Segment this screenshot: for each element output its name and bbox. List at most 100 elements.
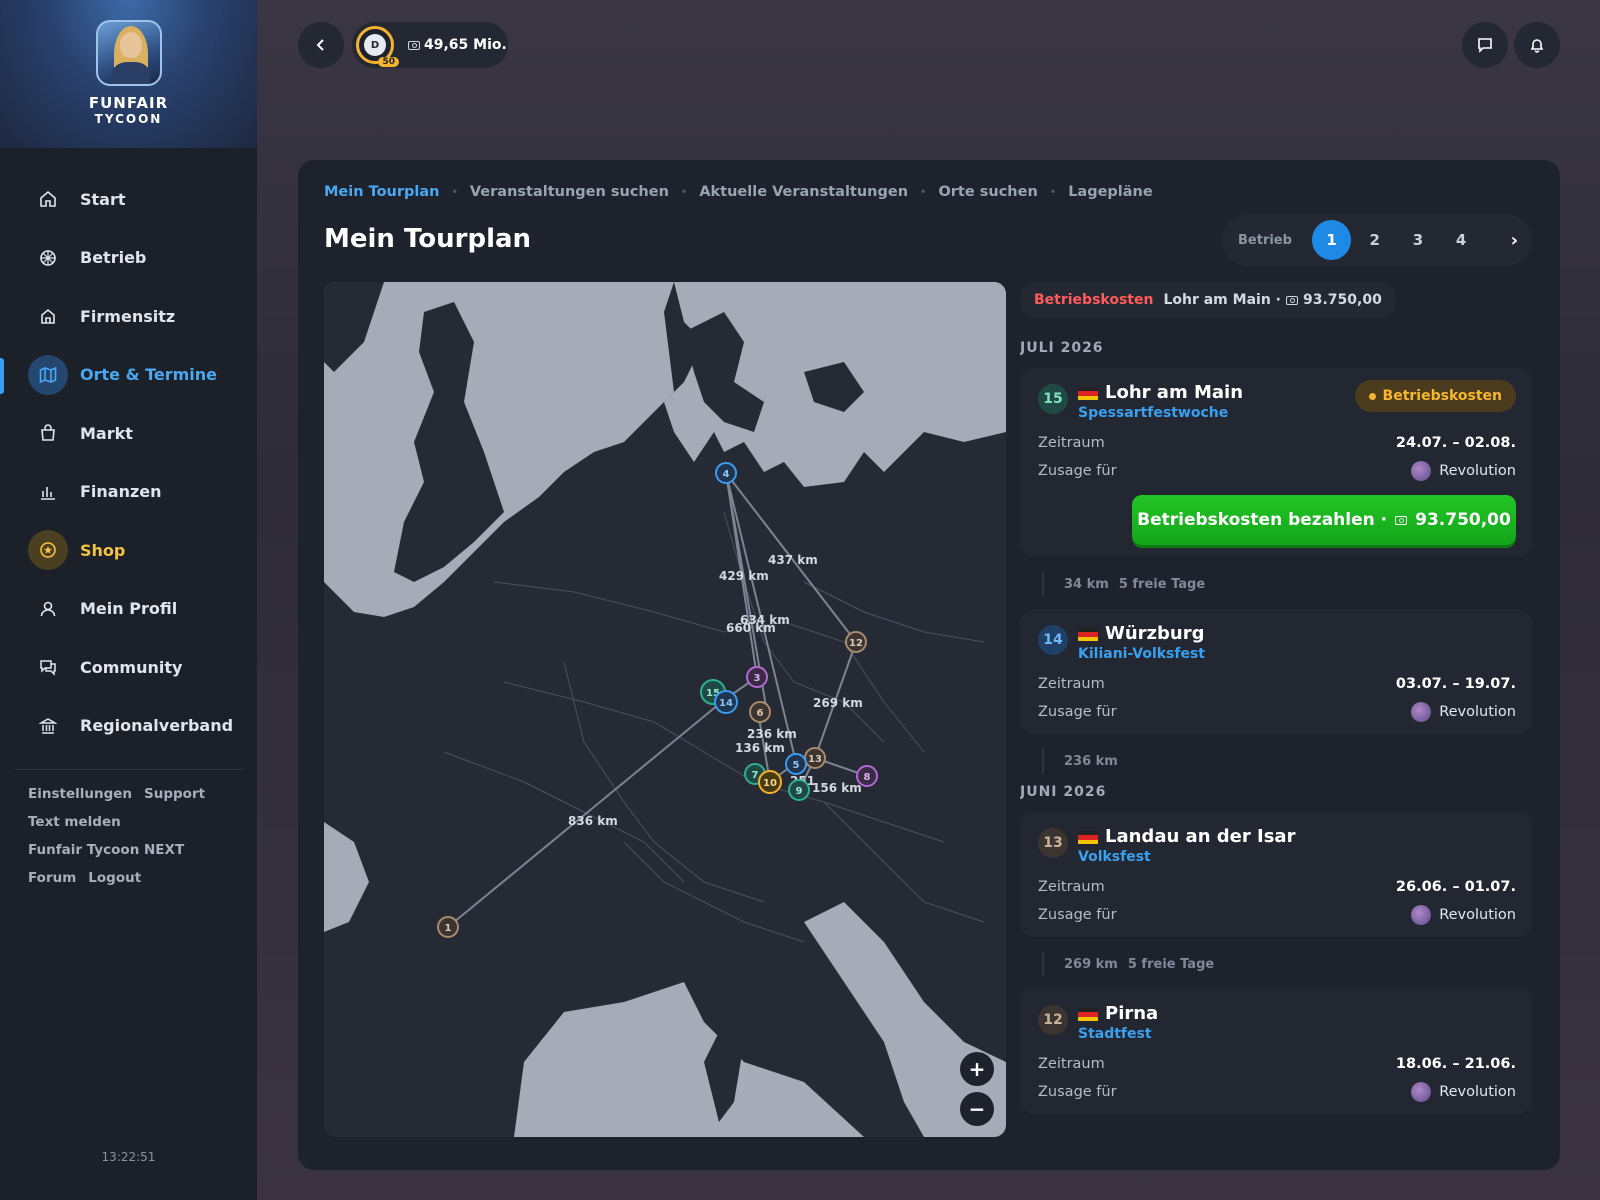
map-icon xyxy=(28,354,68,395)
pager-page-3[interactable]: 3 xyxy=(1398,220,1437,260)
money-value: 49,65 Mio. xyxy=(424,37,507,53)
tour-number: 15 xyxy=(1038,384,1068,414)
attraction-avatar xyxy=(1411,461,1432,481)
sidebar-item-community[interactable]: Community xyxy=(0,638,257,697)
travel-gap: 269 km 5 freie Tage xyxy=(1042,951,1532,977)
germany-flag-icon xyxy=(1078,1007,1098,1022)
germany-flag-icon xyxy=(1078,830,1098,845)
zeitraum-label: Zeitraum xyxy=(1038,1056,1105,1072)
shop-icon xyxy=(28,530,68,571)
link-text-melden[interactable]: Text melden xyxy=(28,814,121,830)
event-link[interactable]: Volksfest xyxy=(1078,849,1295,865)
clock: 13:22:51 xyxy=(101,1150,156,1164)
map-marker-4[interactable]: 4 xyxy=(715,462,737,484)
tour-card-14[interactable]: 14 Würzburg Kiliani-Volksfest Zeitraum 03… xyxy=(1020,609,1532,734)
link-funfair-next[interactable]: Funfair Tycoon NEXT xyxy=(28,842,184,858)
logo-title: FUNFAIR xyxy=(88,94,169,112)
zusage-label: Zusage für xyxy=(1038,907,1117,923)
tab-mein-tourplan[interactable]: Mein Tourplan xyxy=(324,184,439,200)
tab-aktuelle-veranstaltungen[interactable]: Aktuelle Veranstaltungen xyxy=(699,184,908,200)
pager-next-button[interactable]: › xyxy=(1497,222,1532,258)
sidebar-item-orte-termine[interactable]: Orte & Termine xyxy=(0,346,257,405)
map-marker-12[interactable]: 12 xyxy=(845,631,867,653)
tab-lageplaene[interactable]: Lagepläne xyxy=(1068,184,1153,200)
event-link[interactable]: Kiliani-Volksfest xyxy=(1078,646,1205,662)
tour-card-12[interactable]: 12 Pirna Stadtfest Zeitraum 18.06. – 21.0… xyxy=(1020,989,1532,1114)
event-link[interactable]: Spessartfestwoche xyxy=(1078,405,1243,421)
city-name: Lohr am Main xyxy=(1105,382,1244,403)
sidebar-item-shop[interactable]: Shop xyxy=(0,521,257,580)
back-button[interactable] xyxy=(298,22,344,68)
pager-page-1[interactable]: 1 xyxy=(1311,220,1352,260)
map-marker-9[interactable]: 9 xyxy=(788,779,810,801)
zusage-label: Zusage für xyxy=(1038,704,1117,720)
date-range: 03.07. – 19.07. xyxy=(1395,676,1516,692)
cash-icon xyxy=(1285,295,1298,305)
logo-badge-image xyxy=(95,20,162,86)
pager-label: Betrieb xyxy=(1238,232,1292,248)
tab-veranstaltungen-suchen[interactable]: Veranstaltungen suchen xyxy=(470,184,669,200)
zoom-in-button[interactable]: + xyxy=(960,1052,994,1086)
cost-chip-amount: 93.750,00 xyxy=(1302,292,1382,308)
sidebar-item-label: Regionalverband xyxy=(80,716,234,736)
sidebar-item-label: Finanzen xyxy=(80,482,162,502)
sidebar-item-betrieb[interactable]: Betrieb xyxy=(0,229,257,288)
map-marker-8[interactable]: 8 xyxy=(856,765,878,787)
sidebar-item-start[interactable]: Start xyxy=(0,170,257,229)
svg-text:13: 13 xyxy=(808,754,822,765)
notifications-button[interactable] xyxy=(1514,22,1560,68)
city-name: Pirna xyxy=(1105,1003,1159,1024)
pay-costs-button[interactable]: Betriebskosten bezahlen · 93.750,00 xyxy=(1132,495,1516,545)
map-marker-6[interactable]: 6 xyxy=(749,701,771,723)
bag-icon xyxy=(28,413,68,453)
cost-chip[interactable]: Betriebskosten Lohr am Main · 93.750,00 xyxy=(1020,282,1396,318)
svg-text:5: 5 xyxy=(793,760,800,771)
link-logout[interactable]: Logout xyxy=(88,870,141,886)
city-name: Landau an der Isar xyxy=(1105,826,1296,847)
zoom-out-button[interactable]: − xyxy=(960,1092,994,1126)
main-panel: Mein Tourplan • Veranstaltungen suchen •… xyxy=(298,160,1560,1170)
map-marker-1[interactable]: 1 xyxy=(437,916,459,938)
tour-list[interactable]: Betriebskosten Lohr am Main · 93.750,00 J… xyxy=(1020,282,1532,1137)
distance-label: 156 km xyxy=(812,781,862,795)
pay-button-label: Betriebskosten bezahlen · xyxy=(1137,510,1388,530)
chat-icon xyxy=(28,647,68,687)
map-marker-10[interactable]: 10 xyxy=(758,770,782,794)
pager-page-2[interactable]: 2 xyxy=(1355,220,1394,260)
date-range: 18.06. – 21.06. xyxy=(1395,1056,1516,1072)
wallet[interactable]: D 50 49,65 Mio. xyxy=(352,22,508,68)
tour-markers[interactable]: 1 4 12 3 15 14 6 13 5 7 10 9 8 xyxy=(437,462,878,938)
messages-button[interactable] xyxy=(1462,22,1508,68)
tour-map[interactable]: 437 km 429 km 634 km 660 km 269 km 236 k… xyxy=(324,282,1006,1137)
logo[interactable]: FUNFAIR TYCOON xyxy=(0,0,257,148)
germany-flag-icon xyxy=(1078,627,1098,642)
gap-distance: 269 km xyxy=(1064,956,1118,972)
chart-icon xyxy=(28,472,68,512)
sidebar-item-regionalverband[interactable]: Regionalverband xyxy=(0,697,257,756)
link-support[interactable]: Support xyxy=(144,786,205,802)
sidebar-item-finanzen[interactable]: Finanzen xyxy=(0,463,257,522)
sidebar-item-label: Firmensitz xyxy=(80,306,176,326)
tour-card-13[interactable]: 13 Landau an der Isar Volksfest Zeitraum… xyxy=(1020,812,1532,937)
distance-label: 437 km xyxy=(768,553,818,567)
svg-text:14: 14 xyxy=(719,698,733,709)
tour-number: 13 xyxy=(1038,828,1068,858)
map-canvas[interactable]: 437 km 429 km 634 km 660 km 269 km 236 k… xyxy=(324,282,1006,1137)
pager-page-4[interactable]: 4 xyxy=(1442,220,1481,260)
link-forum[interactable]: Forum xyxy=(28,870,76,886)
tab-orte-suchen[interactable]: Orte suchen xyxy=(938,184,1037,200)
distance-label: 836 km xyxy=(568,814,618,828)
sidebar-item-firmensitz[interactable]: Firmensitz xyxy=(0,287,257,346)
sidebar-item-markt[interactable]: Markt xyxy=(0,404,257,463)
sidebar: FUNFAIR TYCOON Start Betrieb Firmensitz … xyxy=(0,0,257,1200)
map-marker-3[interactable]: 3 xyxy=(746,666,768,688)
distance-label: 269 km xyxy=(813,696,863,710)
tour-card-15[interactable]: 15 Lohr am Main Spessartfestwoche Betrie… xyxy=(1020,368,1532,557)
event-link[interactable]: Stadtfest xyxy=(1078,1026,1158,1042)
map-marker-14[interactable]: 14 xyxy=(714,690,738,714)
sidebar-item-mein-profil[interactable]: Mein Profil xyxy=(0,580,257,639)
link-einstellungen[interactable]: Einstellungen xyxy=(28,786,132,802)
gap-distance: 236 km xyxy=(1064,753,1118,769)
map-marker-13[interactable]: 13 xyxy=(804,747,826,769)
map-marker-5[interactable]: 5 xyxy=(785,753,807,775)
